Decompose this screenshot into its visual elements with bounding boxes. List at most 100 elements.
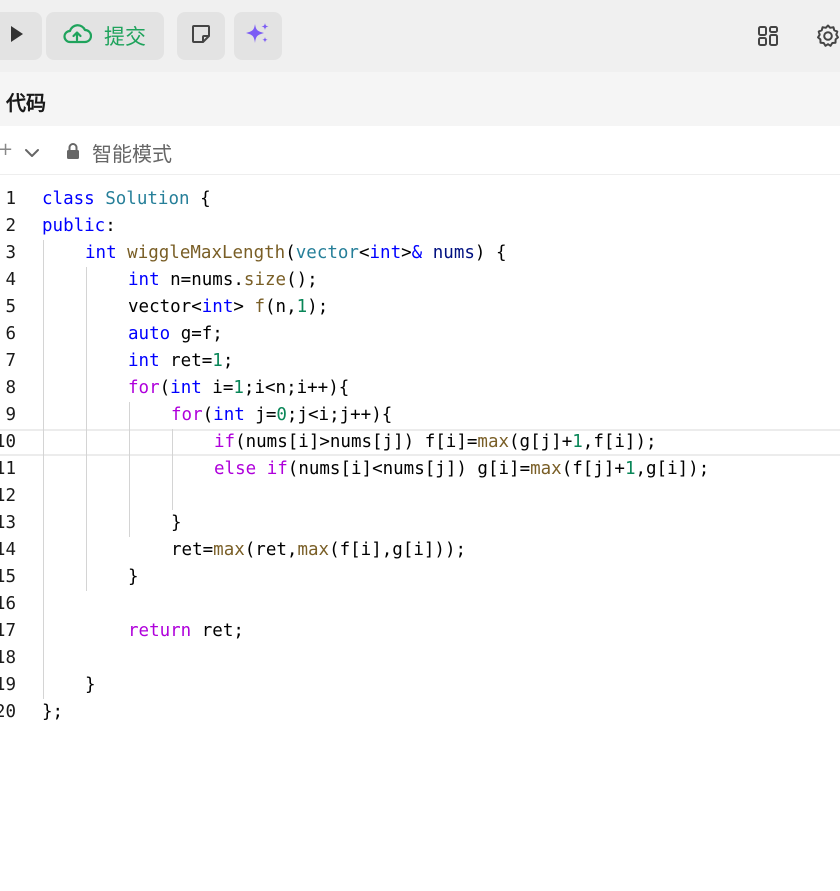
code-line[interactable]: 18 <box>0 645 840 672</box>
layout-icon[interactable] <box>754 22 782 50</box>
run-button[interactable] <box>0 12 42 60</box>
code-line[interactable]: 12 <box>0 483 840 510</box>
code-token: ) { <box>474 243 507 263</box>
code-token: int <box>369 243 402 263</box>
code-token: return <box>128 621 192 641</box>
code-text: int wiggleMaxLength(vector<int>& nums) { <box>85 240 507 267</box>
code-token: } <box>128 567 139 587</box>
code-token: if <box>266 459 288 479</box>
code-text: int ret=1; <box>128 348 233 375</box>
chevron-down-icon[interactable] <box>24 144 40 163</box>
note-button[interactable] <box>177 12 225 60</box>
code-token: ); <box>307 297 329 317</box>
submit-button[interactable]: 提交 <box>46 12 164 60</box>
code-line[interactable]: 1 class Solution { <box>0 186 840 213</box>
code-text: auto g=f; <box>128 321 223 348</box>
line-number: 7 <box>5 351 16 371</box>
code-token: }; <box>42 702 64 722</box>
smart-mode-label[interactable]: 智能模式 <box>92 138 172 167</box>
line-number: 13 <box>0 513 16 533</box>
ai-assistant-button[interactable] <box>234 12 282 60</box>
code-line[interactable]: 7 int ret=1; <box>0 348 840 375</box>
code-token: > <box>401 243 412 263</box>
code-line[interactable]: 9 for(int j=0;j<i;j++){ <box>0 402 840 429</box>
code-token: auto <box>128 324 171 344</box>
code-token: (nums[i]<nums[j]) g[i]= <box>287 459 531 479</box>
line-number: 20 <box>0 702 16 722</box>
code-token: int <box>213 405 245 425</box>
code-line[interactable]: 6 auto g=f; <box>0 321 840 348</box>
code-token: 1 <box>233 378 244 398</box>
code-token: i= <box>201 378 234 398</box>
code-text: if(nums[i]>nums[j]) f[i]=max(g[j]+1,f[i]… <box>214 431 657 454</box>
code-text: int n=nums.size(); <box>128 267 318 294</box>
code-line[interactable]: 3 int wiggleMaxLength(vector<int>& nums) … <box>0 240 840 267</box>
line-number: 9 <box>5 405 16 425</box>
code-line[interactable]: 14 ret=max(ret,max(f[i],g[i])); <box>0 537 840 564</box>
code-token: (n, <box>265 297 297 317</box>
code-token: n=nums. <box>159 270 244 290</box>
line-number: 19 <box>0 675 16 695</box>
line-number: 10 <box>0 432 16 452</box>
code-line[interactable]: 5 vector<int> f(n,1); <box>0 294 840 321</box>
code-token: } <box>171 513 182 533</box>
code-editor[interactable]: 1 class Solution {2 public: 3 int wiggleMaxL… <box>0 174 840 891</box>
code-text: class Solution { <box>42 186 211 213</box>
code-token: max <box>213 540 245 560</box>
code-line[interactable]: 2 public: <box>0 213 840 240</box>
indent-guide <box>172 429 173 510</box>
code-text: for(int j=0;j<i;j++){ <box>171 402 392 429</box>
code-text: } <box>85 672 96 699</box>
code-text: return ret; <box>128 618 244 645</box>
code-token: & <box>411 243 423 263</box>
code-token: int <box>170 378 202 398</box>
line-number: 11 <box>0 459 16 479</box>
code-line[interactable]: 4 int n=nums.size(); <box>0 267 840 294</box>
code-token: wiggleMaxLength <box>127 243 286 263</box>
submit-label: 提交 <box>104 25 146 49</box>
code-text: for(int i=1;i<n;i++){ <box>128 375 349 402</box>
code-text: } <box>171 510 182 537</box>
code-token: (f[j]+ <box>561 459 625 479</box>
gear-icon[interactable] <box>814 22 840 50</box>
code-token: (ret, <box>244 540 298 560</box>
code-token: (g[j]+ <box>509 432 573 452</box>
code-text: public: <box>42 213 116 240</box>
code-token: public <box>42 216 106 236</box>
line-number: 17 <box>0 621 16 641</box>
code-line[interactable]: 10 if(nums[i]>nums[j]) f[i]=max(g[j]+1,f[… <box>0 429 840 456</box>
code-token: 1 <box>624 459 636 479</box>
code-token: 1 <box>296 297 308 317</box>
code-text: ret=max(ret,max(f[i],g[i])); <box>171 537 466 564</box>
code-token: 1 <box>572 432 583 452</box>
indent-guide <box>43 240 44 699</box>
code-token: int <box>85 243 117 263</box>
toolbar: 提交 <box>0 0 840 72</box>
code-line[interactable]: 8 for(int i=1;i<n;i++){ <box>0 375 840 402</box>
plus-icon[interactable]: + <box>0 139 13 160</box>
code-line[interactable]: 15} <box>0 564 840 591</box>
code-token: else <box>214 459 257 479</box>
code-line[interactable]: 16 <box>0 591 840 618</box>
code-token: } <box>85 675 96 695</box>
code-token: if <box>214 432 236 452</box>
code-token: int <box>128 270 160 290</box>
code-token: ( <box>159 378 171 398</box>
code-line[interactable]: 17 return ret; <box>0 618 840 645</box>
code-text: }; <box>42 699 63 726</box>
play-icon <box>5 23 27 49</box>
line-number: 14 <box>0 540 16 560</box>
code-token: ; <box>222 351 234 371</box>
code-token: ( <box>202 405 214 425</box>
code-line[interactable]: 13} <box>0 510 840 537</box>
code-token: < <box>358 243 370 263</box>
code-line[interactable]: 19} <box>0 672 840 699</box>
line-number: 12 <box>0 486 16 506</box>
code-line[interactable]: 11 else if(nums[i]<nums[j]) g[i]=max(f[j]… <box>0 456 840 483</box>
code-token: ;j<i;j++){ <box>286 405 393 425</box>
code-line[interactable]: 20}; <box>0 699 840 726</box>
